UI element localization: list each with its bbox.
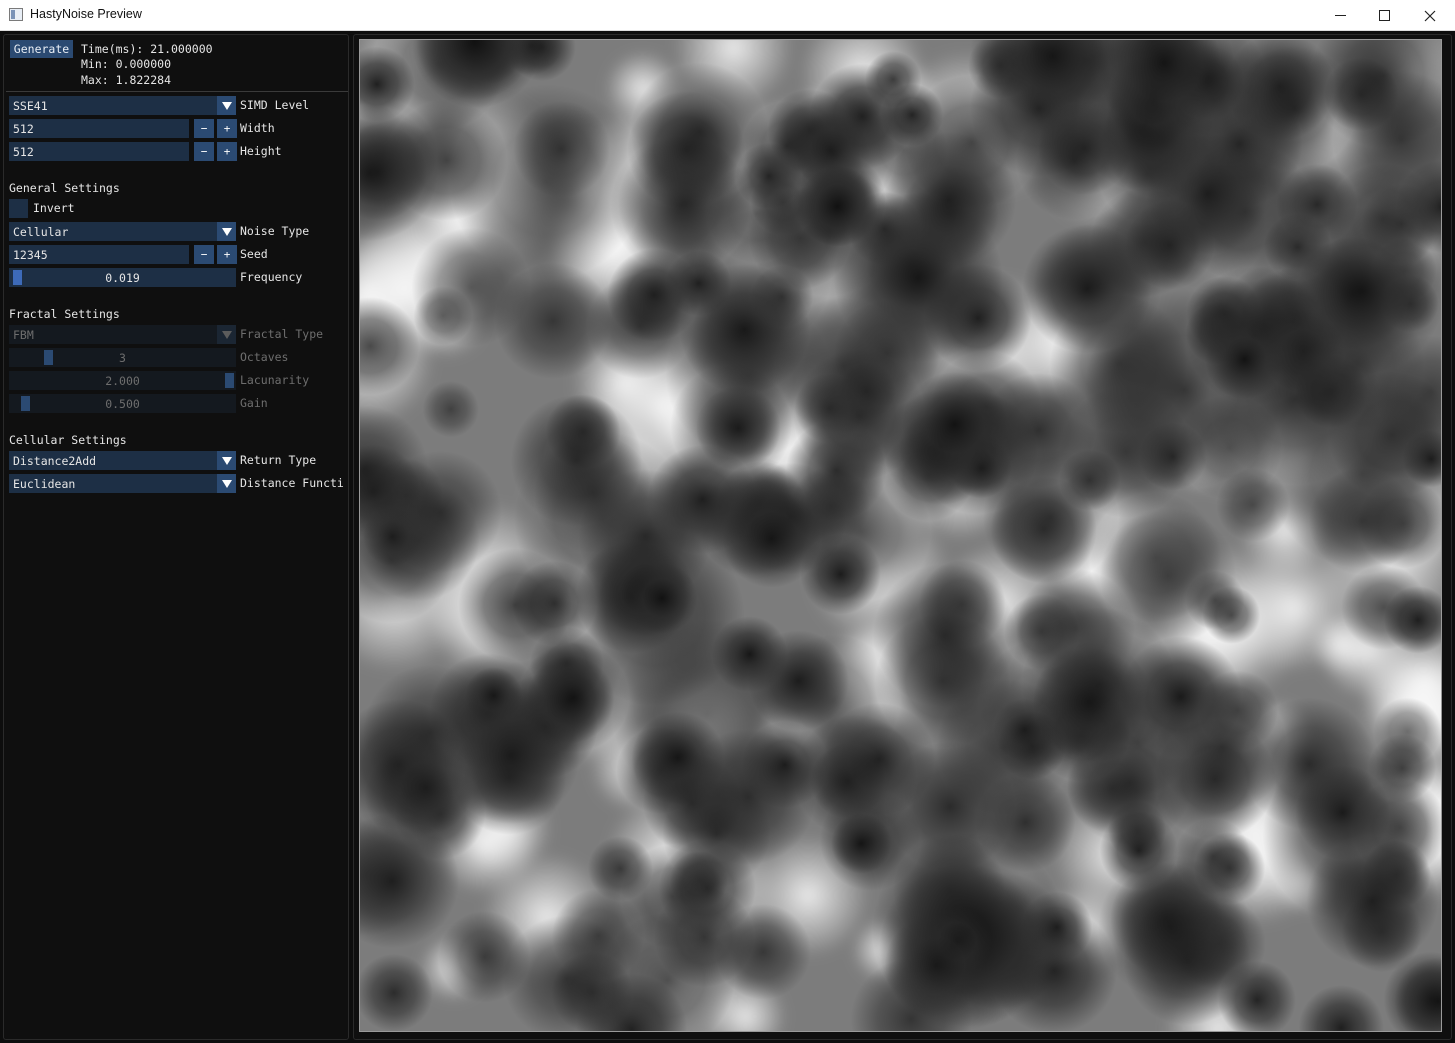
fractal-settings-heading: Fractal Settings <box>9 307 120 321</box>
gain-value: 0.500 <box>105 396 140 411</box>
generate-button[interactable]: Generate <box>10 40 73 58</box>
noise-preview-image <box>359 39 1442 1032</box>
minimize-button[interactable] <box>1317 0 1363 31</box>
width-decrement-button[interactable]: − <box>194 119 214 138</box>
gain-slider[interactable]: 0.500 <box>9 394 236 413</box>
close-button[interactable] <box>1407 0 1453 31</box>
close-icon <box>1424 10 1436 21</box>
simd-level-label: SIMD Level <box>240 98 310 112</box>
divider <box>6 91 348 92</box>
octaves-slider-handle[interactable] <box>44 350 53 365</box>
title-bar: HastyNoise Preview <box>0 0 1455 31</box>
dropdown-arrow-icon <box>217 325 236 344</box>
maximize-icon <box>1378 10 1390 21</box>
noise-type-value: Cellular <box>13 224 69 239</box>
gain-slider-handle[interactable] <box>21 396 30 411</box>
octaves-slider[interactable]: 3 <box>9 348 236 367</box>
seed-increment-button[interactable]: + <box>217 245 237 264</box>
minimize-icon <box>1334 15 1346 16</box>
lacunarity-slider-handle[interactable] <box>225 373 234 388</box>
gain-label: Gain <box>240 396 268 410</box>
octaves-label: Octaves <box>240 350 289 364</box>
frequency-label: Frequency <box>240 270 303 284</box>
height-label: Height <box>240 144 282 158</box>
height-decrement-button[interactable]: − <box>194 142 214 161</box>
app-window-icon <box>9 8 23 21</box>
fractal-type-label: Fractal Type <box>240 327 324 341</box>
height-input[interactable]: 512 <box>9 142 189 161</box>
frequency-slider[interactable]: 0.019 <box>9 268 236 287</box>
fractal-type-value: FBM <box>13 327 34 342</box>
maximize-button[interactable] <box>1361 0 1407 31</box>
height-increment-button[interactable]: + <box>217 142 237 161</box>
noise-type-combo[interactable]: Cellular <box>9 222 236 241</box>
distance-function-value: Euclidean <box>13 476 76 491</box>
lacunarity-slider[interactable]: 2.000 <box>9 371 236 390</box>
noise-type-label: Noise Type <box>240 224 310 238</box>
return-type-label: Return Type <box>240 453 317 467</box>
invert-label: Invert <box>33 201 75 215</box>
width-input[interactable]: 512 <box>9 119 189 138</box>
width-label: Width <box>240 121 275 135</box>
seed-decrement-button[interactable]: − <box>194 245 214 264</box>
fractal-type-combo[interactable]: FBM <box>9 325 236 344</box>
dropdown-arrow-icon <box>217 96 236 115</box>
max-stat: Max: 1.822284 <box>81 73 172 87</box>
settings-panel: Generate Time(ms): 21.000000 Min: 0.0000… <box>3 34 349 1040</box>
seed-input[interactable]: 12345 <box>9 245 189 264</box>
frequency-slider-handle[interactable] <box>13 270 22 285</box>
dropdown-arrow-icon <box>217 222 236 241</box>
dropdown-arrow-icon <box>217 451 236 470</box>
min-stat: Min: 0.000000 <box>81 57 172 71</box>
distance-function-label: Distance Functi <box>240 476 344 490</box>
seed-label: Seed <box>240 247 268 261</box>
frequency-value: 0.019 <box>105 270 140 285</box>
invert-checkbox[interactable] <box>9 199 28 218</box>
time-stat: Time(ms): 21.000000 <box>81 42 213 56</box>
lacunarity-value: 2.000 <box>105 373 140 388</box>
return-type-combo[interactable]: Distance2Add <box>9 451 236 470</box>
dropdown-arrow-icon <box>217 474 236 493</box>
window-title: HastyNoise Preview <box>30 7 142 21</box>
cellular-settings-heading: Cellular Settings <box>9 433 127 447</box>
lacunarity-label: Lacunarity <box>240 373 310 387</box>
width-increment-button[interactable]: + <box>217 119 237 138</box>
octaves-value: 3 <box>119 350 126 365</box>
simd-level-combo[interactable]: SSE41 <box>9 96 236 115</box>
simd-level-value: SSE41 <box>13 98 48 113</box>
return-type-value: Distance2Add <box>13 453 97 468</box>
distance-function-combo[interactable]: Euclidean <box>9 474 236 493</box>
general-settings-heading: General Settings <box>9 181 120 195</box>
